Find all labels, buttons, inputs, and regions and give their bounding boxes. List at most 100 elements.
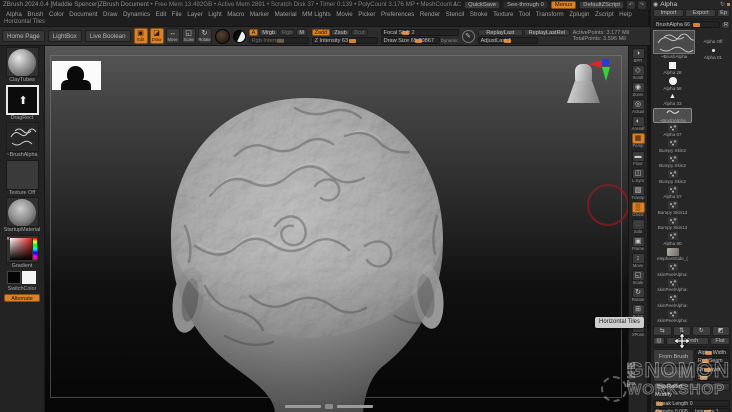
rightshelf-scale[interactable]: ◱ Scale: [630, 270, 646, 286]
m-toggle[interactable]: M: [296, 28, 307, 36]
shelf-dragrect[interactable]: ⬆ DragRect: [2, 84, 42, 122]
current-brush-icon[interactable]: [214, 28, 230, 44]
rightshelf-floor[interactable]: ▬ Floor: [630, 150, 646, 167]
handle-bar[interactable]: [285, 405, 321, 408]
home-page-button[interactable]: Home Page: [2, 30, 45, 42]
hue-strip[interactable]: [32, 237, 37, 260]
menu-alpha[interactable]: Alpha: [6, 11, 22, 18]
alpha-cell-bumpy-skin13[interactable]: Bumpy Skin13: [653, 201, 692, 217]
rightshelf-scroll[interactable]: ◇ Scroll: [630, 65, 646, 81]
rightshelf-zoom[interactable]: ◉ Zoom: [630, 82, 646, 98]
alpha-cell-skinpeelalpha[interactable]: skinPeelAlpha:: [653, 263, 692, 279]
menu-transform[interactable]: Transform: [536, 11, 564, 18]
rightshelf-frame[interactable]: ▣ Frame: [630, 236, 646, 252]
size-slider[interactable]: Size: [695, 373, 730, 381]
axis-x-icon[interactable]: [588, 60, 602, 68]
menu-render[interactable]: Render: [420, 11, 440, 18]
alpha-ep-button[interactable]: Ep: [717, 9, 730, 17]
menu-zplugin[interactable]: Zplugin: [569, 11, 589, 18]
shelf-gradient[interactable]: R Gradient: [2, 234, 42, 270]
alpha-cell-brushalpha[interactable]: ~BrushAlpha: [653, 107, 692, 124]
alpha-cell-alpha-57[interactable]: Alpha 57: [653, 185, 692, 201]
rightshelf-l-sym[interactable]: ◫ L.Sym: [630, 167, 646, 184]
alpha-cell-bumpy-skin2[interactable]: Bumpy Skin2: [653, 154, 692, 170]
rgb-toggle[interactable]: Rgb: [279, 28, 296, 36]
lightbox-button[interactable]: LightBox: [47, 30, 82, 42]
alpha-cell-bumpy-skin13[interactable]: Bumpy Skin13: [653, 216, 692, 232]
alpha-export-button[interactable]: Export: [685, 9, 717, 17]
zsub-toggle[interactable]: Zsub: [331, 28, 350, 36]
rightshelf-aahalf[interactable]: ◐ AAHalf: [630, 116, 646, 132]
alpha-cell-alpha-01[interactable]: Alpha 01: [696, 46, 730, 61]
saturation-square[interactable]: [9, 237, 32, 260]
zadd-toggle[interactable]: Zadd: [311, 28, 331, 36]
from-mesh-button[interactable]: From Mesh: [653, 345, 730, 348]
menu-movie[interactable]: Movie: [336, 11, 353, 18]
menu-light[interactable]: Light: [208, 11, 221, 18]
from-brush-button[interactable]: From Brush: [653, 348, 694, 365]
rightshelf-bpr[interactable]: ◑ BPR: [630, 48, 646, 64]
shelf-texture-off[interactable]: Texture Off: [2, 159, 42, 197]
restore-config-icon[interactable]: ↻: [720, 1, 725, 8]
menu-mm-lights[interactable]: MM Lights: [302, 11, 331, 18]
alternate-button[interactable]: Alternate: [4, 293, 40, 302]
main-color-swatch[interactable]: [6, 271, 21, 284]
invrs-button[interactable]: ◩: [711, 325, 730, 336]
menu-preferences[interactable]: Preferences: [381, 11, 414, 18]
alpha-cell-alpha-off[interactable]: Alpha Off: [696, 30, 730, 45]
rightshelf-rotate[interactable]: ↻ Rotate: [630, 287, 646, 303]
rightshelf-transp[interactable]: ▨ Transp: [630, 184, 646, 201]
startupmaterial-thumb[interactable]: [5, 197, 39, 227]
flip-h-button[interactable]: ⇆: [653, 325, 672, 336]
dragrect-thumb[interactable]: ⬆: [5, 84, 39, 115]
alpha-cell-alpha-58[interactable]: Alpha 58: [653, 77, 692, 93]
menu-material[interactable]: Material: [275, 11, 297, 18]
from-mm-button[interactable]: From MM: [653, 365, 694, 382]
camview-gizmo[interactable]: [561, 56, 621, 114]
live-boolean-button[interactable]: Live Boolean: [84, 30, 131, 42]
color-picker[interactable]: R: [5, 234, 39, 263]
quicksave-button[interactable]: QuickSave: [464, 1, 501, 9]
alpha-width-slider[interactable]: Alpha Width: [695, 348, 730, 356]
document-canvas[interactable]: [45, 46, 628, 412]
menu-marker[interactable]: Marker: [250, 11, 269, 18]
alpha-cell-bumpy-skin2[interactable]: Bumpy Skin2: [653, 170, 692, 186]
replay-last-rel-button[interactable]: ReplayLastRel: [524, 28, 570, 36]
alpha-cell-bumpy-skin2[interactable]: Bumpy Skin2: [653, 139, 692, 155]
density-0-005-slider[interactable]: Density 0.005: [653, 408, 691, 412]
edit-mode-button[interactable]: ▣ Edit: [133, 28, 148, 44]
menu-texture[interactable]: Texture: [493, 11, 513, 18]
adjust-last-slider[interactable]: AdjustLast 1: [477, 36, 538, 44]
alpha-cell-alpha-60[interactable]: Alpha 60: [653, 232, 692, 248]
menu-file[interactable]: File: [172, 11, 182, 18]
rightshelf-persp[interactable]: ▦ Persp: [630, 133, 646, 149]
alpha-cell-skinpeelalpha[interactable]: skinPeelAlpha:: [653, 278, 692, 294]
rightshelf-solo[interactable]: □ Solo: [630, 218, 646, 235]
alpha-cell-alpha-07[interactable]: Alpha 07: [653, 123, 692, 139]
one-layer-slider[interactable]: One layer: [695, 365, 730, 373]
alpha-import-button[interactable]: Import: [653, 9, 685, 17]
draw-mode-button[interactable]: ◪ Draw: [149, 28, 164, 44]
menu-draw[interactable]: Draw: [103, 11, 117, 18]
replay-last-button[interactable]: ReplayLast: [477, 28, 524, 36]
rightshelf-actual[interactable]: ◎ Actual: [630, 99, 646, 115]
z-intensity-slider[interactable]: Z Intensity 63: [311, 36, 378, 44]
see-through-slider[interactable]: See-through 0: [503, 1, 548, 9]
rgb-intensity-slider[interactable]: Rgb Intensity: [248, 36, 309, 44]
scale-mode-button[interactable]: ◱ Scale: [181, 28, 196, 44]
a-toggle[interactable]: A: [248, 28, 259, 36]
rightshelf-move[interactable]: ↕ Move: [630, 253, 646, 269]
dynamic-label[interactable]: Dynamic: [441, 38, 459, 43]
flat-button[interactable]: Flat: [710, 336, 730, 345]
alpha-cell-skinpeelalpha[interactable]: skinPeelAlpha:: [653, 309, 692, 325]
menu-help[interactable]: Help: [619, 11, 632, 18]
modify-subheader[interactable]: Modify: [653, 392, 730, 399]
menus-button[interactable]: Menus: [550, 1, 577, 9]
shelf-startupmaterial[interactable]: StartupMaterial: [2, 197, 42, 234]
streak-length-0-slider[interactable]: Streak Length 0: [653, 400, 730, 408]
make-stencil-icon[interactable]: ▥: [653, 336, 665, 345]
rotate-mode-button[interactable]: ↻ Rotate: [197, 28, 212, 44]
mrgb-toggle[interactable]: Mrgb: [259, 28, 279, 36]
rnd-seam-slider[interactable]: Rnd Seam: [695, 356, 730, 364]
alpha-r-button[interactable]: R: [721, 21, 730, 29]
